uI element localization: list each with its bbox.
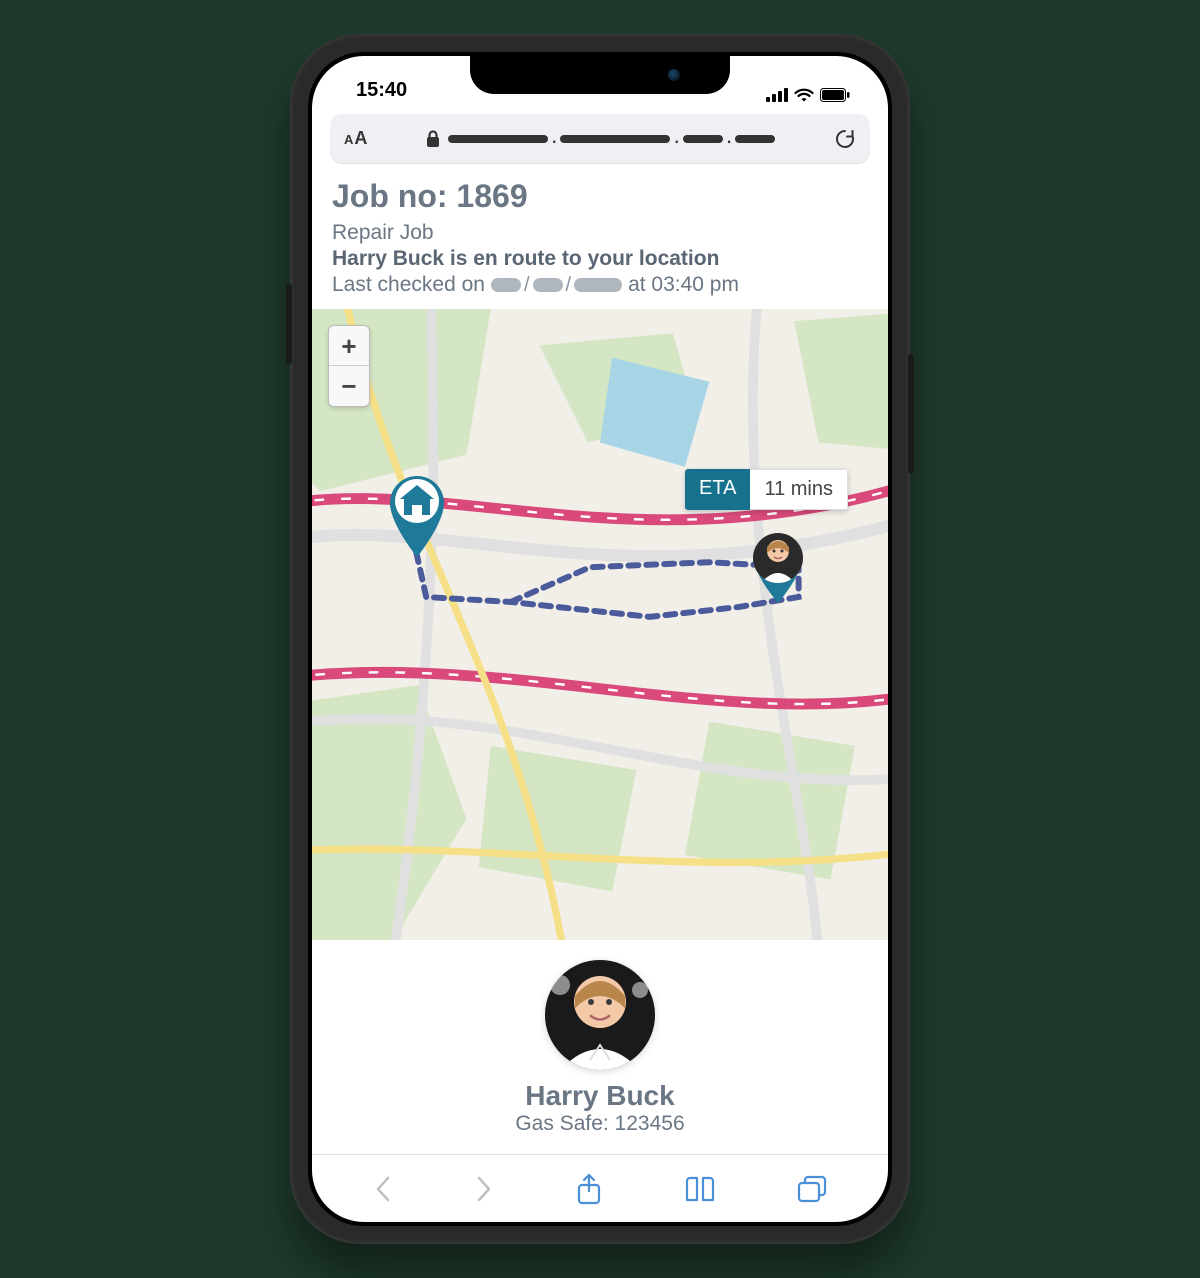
browser-address-bar: A A . . . [330,114,870,164]
camera-icon [668,69,680,81]
last-checked-time: at 03:40 pm [628,273,739,297]
eta-badge: ETA 11 mins [685,469,848,510]
notch [470,56,730,94]
lock-icon [426,130,440,148]
text-size-button[interactable]: A A [344,128,367,149]
text-size-small-a: A [344,132,353,147]
map-tiles [312,309,888,940]
engineer-card: Harry Buck Gas Safe: 123456 [312,940,888,1154]
url-obscured: . . . [448,130,775,148]
cellular-signal-icon [766,88,788,102]
eta-label: ETA [685,469,750,510]
battery-icon [820,88,850,102]
eta-value: 11 mins [750,469,848,510]
clock: 15:40 [356,79,407,102]
wifi-icon [794,88,814,102]
forward-button[interactable] [474,1174,494,1204]
zoom-in-button[interactable]: + [329,326,369,366]
home-pin-icon[interactable] [382,469,452,559]
bookmarks-button[interactable] [684,1175,716,1203]
zoom-controls: + − [328,325,370,407]
job-type: Repair Job [332,221,868,245]
url-field[interactable]: . . . [379,130,822,148]
engineer-pin[interactable] [748,529,808,605]
engineer-pin-avatar [753,533,803,583]
engineer-avatar [545,960,655,1070]
share-button[interactable] [576,1173,602,1205]
zoom-out-button[interactable]: − [329,366,369,406]
last-checked-prefix: Last checked on [332,273,485,297]
engineer-status: Harry Buck is en route to your location [332,247,868,271]
tabs-button[interactable] [797,1175,827,1203]
browser-bottom-nav [312,1154,888,1222]
map[interactable]: + − [312,309,888,940]
job-number-title: Job no: 1869 [332,178,868,215]
date-obscured: / / [491,275,622,295]
last-checked: Last checked on / / at 03:40 pm [332,273,868,297]
phone-frame: 15:40 A A [290,34,910,1244]
engineer-name: Harry Buck [312,1080,888,1112]
engineer-credential: Gas Safe: 123456 [312,1112,888,1136]
text-size-large-a: A [354,128,367,149]
reload-button[interactable] [834,128,856,150]
back-button[interactable] [373,1174,393,1204]
